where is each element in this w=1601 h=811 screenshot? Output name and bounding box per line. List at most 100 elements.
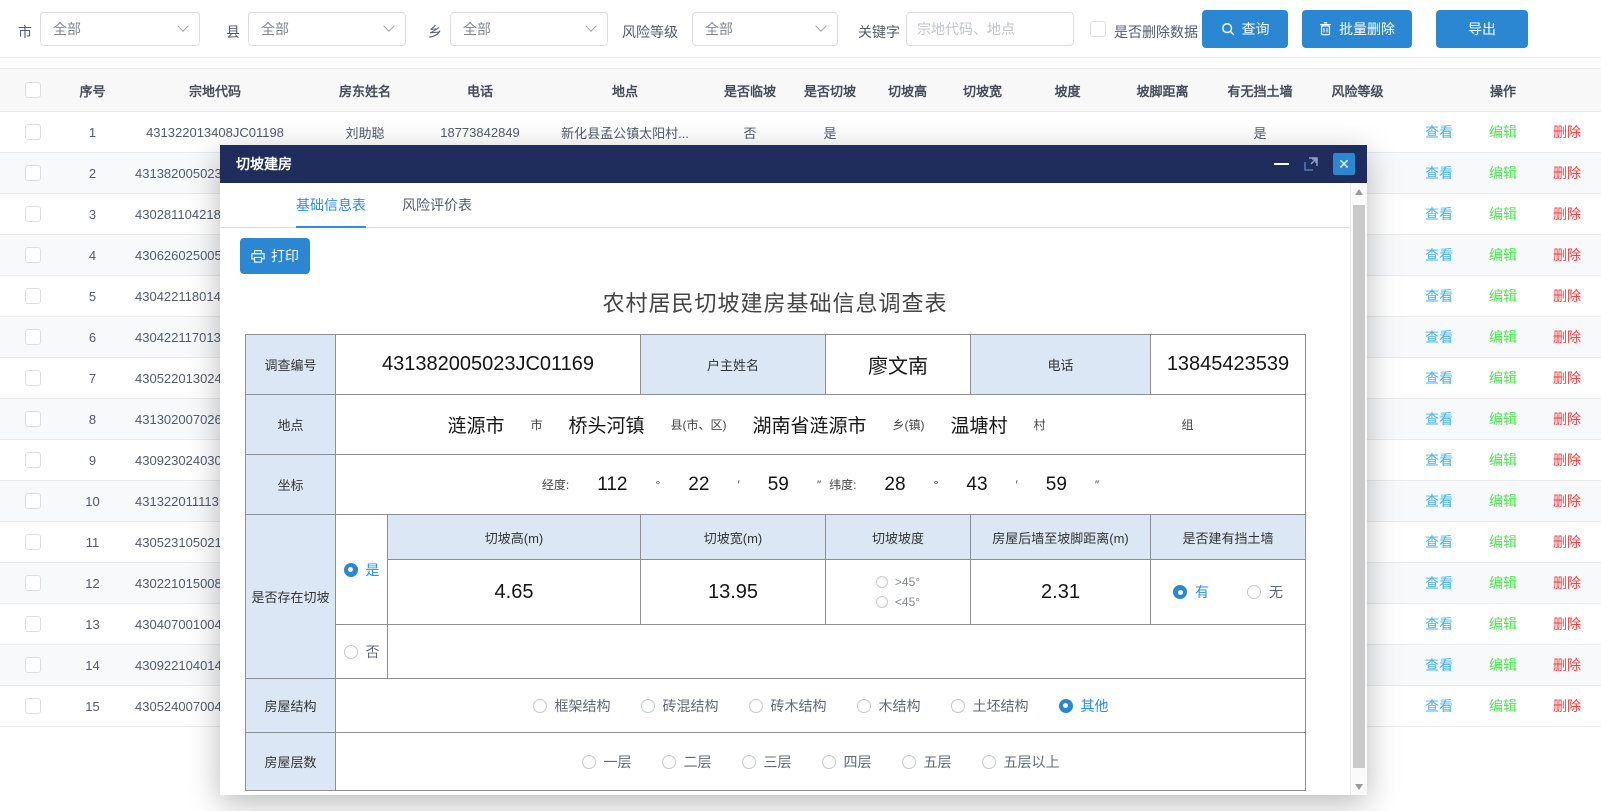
city-select[interactable]: 全部 — [40, 12, 200, 46]
view-link[interactable]: 查看 — [1425, 368, 1453, 388]
batch-delete-button[interactable]: 批量删除 — [1302, 10, 1412, 48]
county-select[interactable]: 全部 — [248, 12, 406, 46]
view-link[interactable]: 查看 — [1425, 696, 1453, 716]
cut-slope-yes-radio[interactable]: 是 — [344, 560, 380, 580]
minimize-icon[interactable] — [1274, 163, 1289, 165]
delete-link[interactable]: 删除 — [1553, 163, 1581, 183]
modal-scrollbar[interactable] — [1350, 183, 1367, 795]
structure-brick-concrete-radio[interactable]: 砖混结构 — [641, 696, 719, 716]
tab-risk-evaluation[interactable]: 风险评价表 — [402, 183, 472, 227]
view-link[interactable]: 查看 — [1425, 491, 1453, 511]
delete-data-checkbox[interactable] — [1090, 21, 1106, 37]
row-checkbox[interactable] — [25, 124, 41, 140]
keyword-input[interactable] — [906, 12, 1074, 46]
edit-link[interactable]: 编辑 — [1489, 163, 1517, 183]
edit-link[interactable]: 编辑 — [1489, 696, 1517, 716]
edit-link[interactable]: 编辑 — [1489, 368, 1517, 388]
export-button[interactable]: 导出 — [1436, 10, 1528, 48]
maximize-icon[interactable] — [1303, 156, 1319, 172]
delete-link[interactable]: 删除 — [1553, 245, 1581, 265]
view-link[interactable]: 查看 — [1425, 573, 1453, 593]
edit-link[interactable]: 编辑 — [1489, 204, 1517, 224]
edit-link[interactable]: 编辑 — [1489, 245, 1517, 265]
delete-link[interactable]: 删除 — [1553, 450, 1581, 470]
query-button[interactable]: 查询 — [1202, 10, 1288, 48]
cell-index: 10 — [65, 481, 120, 521]
edit-link[interactable]: 编辑 — [1489, 655, 1517, 675]
structure-brick-wood-radio[interactable]: 砖木结构 — [749, 696, 827, 716]
floors-4-radio[interactable]: 四层 — [822, 752, 872, 772]
edit-link[interactable]: 编辑 — [1489, 491, 1517, 511]
delete-link[interactable]: 删除 — [1553, 655, 1581, 675]
delete-link[interactable]: 删除 — [1553, 573, 1581, 593]
row-checkbox[interactable] — [25, 411, 41, 427]
row-checkbox[interactable] — [25, 534, 41, 550]
edit-link[interactable]: 编辑 — [1489, 573, 1517, 593]
edit-link[interactable]: 编辑 — [1489, 327, 1517, 347]
view-link[interactable]: 查看 — [1425, 163, 1453, 183]
wall-yes-radio[interactable]: 有 — [1173, 582, 1209, 602]
delete-link[interactable]: 删除 — [1553, 614, 1581, 634]
delete-link[interactable]: 删除 — [1553, 409, 1581, 429]
edit-link[interactable]: 编辑 — [1489, 532, 1517, 552]
structure-wood-radio[interactable]: 木结构 — [857, 696, 921, 716]
floors-1-radio[interactable]: 一层 — [582, 752, 632, 772]
select-all-checkbox[interactable] — [25, 82, 41, 98]
scroll-up-arrow[interactable] — [1351, 183, 1367, 200]
view-link[interactable]: 查看 — [1425, 655, 1453, 675]
edit-link[interactable]: 编辑 — [1489, 286, 1517, 306]
floors-5-radio[interactable]: 五层 — [902, 752, 952, 772]
delete-link[interactable]: 删除 — [1553, 532, 1581, 552]
delete-link[interactable]: 删除 — [1553, 286, 1581, 306]
risk-level-select[interactable]: 全部 — [692, 12, 838, 46]
close-icon[interactable]: ✕ — [1333, 153, 1355, 175]
delete-link[interactable]: 删除 — [1553, 204, 1581, 224]
tab-basic-info[interactable]: 基础信息表 — [296, 183, 366, 227]
structure-frame-radio[interactable]: 框架结构 — [533, 696, 611, 716]
view-link[interactable]: 查看 — [1425, 245, 1453, 265]
row-checkbox[interactable] — [25, 288, 41, 304]
delete-link[interactable]: 删除 — [1553, 327, 1581, 347]
view-link[interactable]: 查看 — [1425, 122, 1453, 142]
row-checkbox[interactable] — [25, 165, 41, 181]
row-checkbox[interactable] — [25, 575, 41, 591]
print-button[interactable]: 打印 — [240, 238, 310, 274]
row-checkbox[interactable] — [25, 329, 41, 345]
edit-link[interactable]: 编辑 — [1489, 614, 1517, 634]
edit-link[interactable]: 编辑 — [1489, 122, 1517, 142]
delete-link[interactable]: 删除 — [1553, 491, 1581, 511]
view-link[interactable]: 查看 — [1425, 409, 1453, 429]
view-link[interactable]: 查看 — [1425, 614, 1453, 634]
edit-link[interactable]: 编辑 — [1489, 409, 1517, 429]
township-select[interactable]: 全部 — [450, 12, 608, 46]
view-link[interactable]: 查看 — [1425, 286, 1453, 306]
scroll-down-arrow[interactable] — [1351, 778, 1367, 795]
row-checkbox[interactable] — [25, 206, 41, 222]
delete-link[interactable]: 删除 — [1553, 368, 1581, 388]
modal-titlebar[interactable]: 切坡建房 ✕ — [220, 145, 1367, 183]
row-checkbox[interactable] — [25, 616, 41, 632]
floors-3-radio[interactable]: 三层 — [742, 752, 792, 772]
delete-link[interactable]: 删除 — [1553, 122, 1581, 142]
floors-2-radio[interactable]: 二层 — [662, 752, 712, 772]
delete-link[interactable]: 删除 — [1553, 696, 1581, 716]
row-checkbox[interactable] — [25, 370, 41, 386]
floors-5plus-radio[interactable]: 五层以上 — [982, 752, 1060, 772]
view-link[interactable]: 查看 — [1425, 204, 1453, 224]
row-checkbox[interactable] — [25, 657, 41, 673]
row-checkbox[interactable] — [25, 452, 41, 468]
structure-other-radio[interactable]: 其他 — [1059, 696, 1109, 716]
row-checkbox[interactable] — [25, 493, 41, 509]
row-checkbox[interactable] — [25, 247, 41, 263]
row-checkbox[interactable] — [25, 698, 41, 714]
structure-adobe-radio[interactable]: 土坯结构 — [951, 696, 1029, 716]
wall-no-radio[interactable]: 无 — [1247, 582, 1283, 602]
view-link[interactable]: 查看 — [1425, 450, 1453, 470]
edit-link[interactable]: 编辑 — [1489, 450, 1517, 470]
angle-gt45-radio[interactable]: >45° — [876, 575, 920, 589]
angle-lt45-radio[interactable]: <45° — [876, 595, 920, 609]
scrollbar-thumb[interactable] — [1353, 205, 1365, 768]
view-link[interactable]: 查看 — [1425, 327, 1453, 347]
view-link[interactable]: 查看 — [1425, 532, 1453, 552]
cut-slope-no-radio[interactable]: 否 — [344, 642, 380, 662]
